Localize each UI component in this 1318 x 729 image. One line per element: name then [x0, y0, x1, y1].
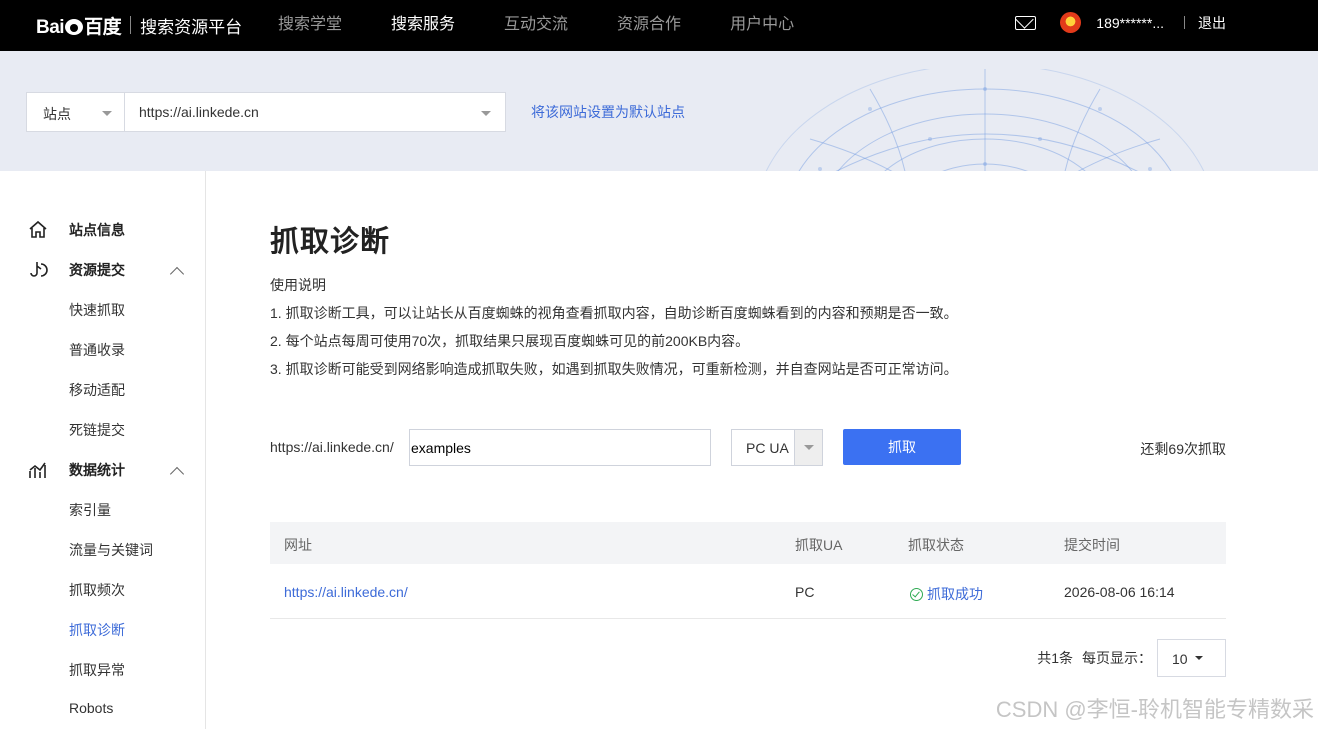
- chevron-down-icon: [804, 445, 814, 450]
- sidebar-item-fetch-diagnosis[interactable]: 抓取诊断: [69, 620, 125, 640]
- total-count: 共1条: [1037, 650, 1073, 666]
- instructions-heading: 使用说明: [270, 277, 326, 293]
- submit-icon: [30, 262, 48, 277]
- platform-name: 搜索资源平台: [140, 17, 243, 37]
- column-header-time: 提交时间: [1064, 537, 1120, 553]
- page-size-select[interactable]: 10: [1157, 639, 1226, 677]
- remaining-count: 还剩69次抓取: [1140, 441, 1226, 457]
- instruction-line-2: 2. 每个站点每周可使用70次，抓取结果只展现百度蜘蛛可见的前200KB内容。: [270, 333, 750, 349]
- result-time: 2026-08-06 16:14: [1064, 584, 1175, 600]
- sidebar-item-dead-link[interactable]: 死链提交: [69, 420, 125, 440]
- sidebar-item-quick-fetch[interactable]: 快速抓取: [69, 300, 125, 320]
- sidebar-item-fetch-errors[interactable]: 抓取异常: [69, 660, 125, 680]
- sidebar-item-robots[interactable]: Robots: [69, 700, 113, 716]
- instruction-line-1: 1. 抓取诊断工具，可以让站长从百度蜘蛛的视角查看抓取内容，自助诊断百度蜘蛛看到…: [270, 305, 958, 321]
- site-url-select[interactable]: https://ai.linkede.cn: [124, 92, 506, 132]
- url-prefix: https://ai.linkede.cn/: [270, 439, 394, 455]
- column-header-ua: 抓取UA: [795, 537, 843, 553]
- avatar[interactable]: [1060, 12, 1082, 33]
- sidebar-group-site-info[interactable]: 站点信息: [28, 220, 125, 240]
- sidebar-item-index-volume[interactable]: 索引量: [69, 500, 111, 520]
- nav-item-learning[interactable]: 搜索学堂: [278, 0, 342, 51]
- chevron-down-icon: [102, 111, 112, 116]
- watermark: CSDN @李恒-聆机智能专精数采: [995, 697, 1314, 722]
- fetch-path-input[interactable]: [409, 429, 711, 466]
- nav-item-cooperation[interactable]: 资源合作: [617, 0, 681, 51]
- instruction-line-3: 3. 抓取诊断可能受到网络影响造成抓取失败，如遇到抓取失败情况，可重新检测，并自…: [270, 361, 958, 377]
- sidebar-item-traffic-keywords[interactable]: 流量与关键词: [69, 540, 153, 560]
- chevron-up-icon[interactable]: [169, 466, 185, 482]
- top-nav-bar: Bai 百度 搜索资源平台 搜索学堂 搜索服务 互动交流 资源合作 用户中心 18…: [0, 0, 1318, 51]
- fetch-button[interactable]: 抓取: [843, 429, 961, 465]
- mail-icon[interactable]: [1015, 15, 1037, 30]
- column-header-url: 网址: [284, 537, 312, 553]
- sidebar-item-mobile-adapt[interactable]: 移动适配: [69, 380, 125, 400]
- results-table: 网址 抓取UA 抓取状态 提交时间 https://ai.linkede.cn/…: [270, 522, 1226, 619]
- baidu-logo-mark: Bai 百度: [36, 16, 122, 38]
- result-status[interactable]: 抓取成功: [910, 584, 983, 604]
- sidebar-group-stats[interactable]: 数据统计: [28, 460, 125, 480]
- result-url-link[interactable]: https://ai.linkede.cn/: [284, 584, 408, 600]
- sidebar-item-normal-index[interactable]: 普通收录: [69, 340, 125, 360]
- logout-link[interactable]: 退出: [1198, 13, 1226, 33]
- nav-item-user-center[interactable]: 用户中心: [730, 0, 794, 51]
- result-ua: PC: [795, 584, 815, 600]
- nav-item-search-service[interactable]: 搜索服务: [391, 0, 455, 51]
- user-name[interactable]: 189******...: [1096, 15, 1164, 31]
- set-default-site-link[interactable]: 将该网站设置为默认站点: [531, 102, 685, 122]
- nav-item-interaction[interactable]: 互动交流: [504, 0, 568, 51]
- user-agent-select[interactable]: PC UA: [731, 429, 823, 466]
- stats-icon: [29, 462, 46, 478]
- table-row: https://ai.linkede.cn/ PC 抓取成功 2026-08-0…: [270, 564, 1226, 619]
- column-header-status: 抓取状态: [908, 537, 964, 553]
- home-icon: [29, 220, 47, 238]
- chevron-down-icon: [481, 111, 491, 116]
- sidebar-group-resource-submit[interactable]: 资源提交: [28, 260, 125, 280]
- page-title: 抓取诊断: [270, 226, 391, 258]
- chevron-up-icon[interactable]: [169, 266, 185, 282]
- globe-decoration: [765, 69, 1205, 171]
- main-nav: 搜索学堂 搜索服务 互动交流 资源合作 用户中心: [278, 0, 843, 51]
- sidebar-item-fetch-frequency[interactable]: 抓取频次: [69, 580, 125, 600]
- user-area: 189******... 退出: [1015, 0, 1226, 45]
- sidebar: 站点信息 资源提交 快速抓取 普通收录 移动适配 死链提交 数据统计 索引量 流…: [0, 171, 206, 729]
- check-circle-icon: [910, 588, 923, 601]
- per-page-label: 每页显示：: [1082, 650, 1152, 666]
- pagination: 共1条 每页显示： 10: [1037, 639, 1226, 677]
- baidu-logo[interactable]: Bai 百度 搜索资源平台: [36, 10, 242, 40]
- site-banner: 站点 https://ai.linkede.cn 将该网站设置为默认站点: [0, 51, 1318, 171]
- table-header: 网址 抓取UA 抓取状态 提交时间: [270, 522, 1226, 564]
- site-type-select[interactable]: 站点: [26, 92, 125, 132]
- chevron-down-icon: [1195, 656, 1203, 660]
